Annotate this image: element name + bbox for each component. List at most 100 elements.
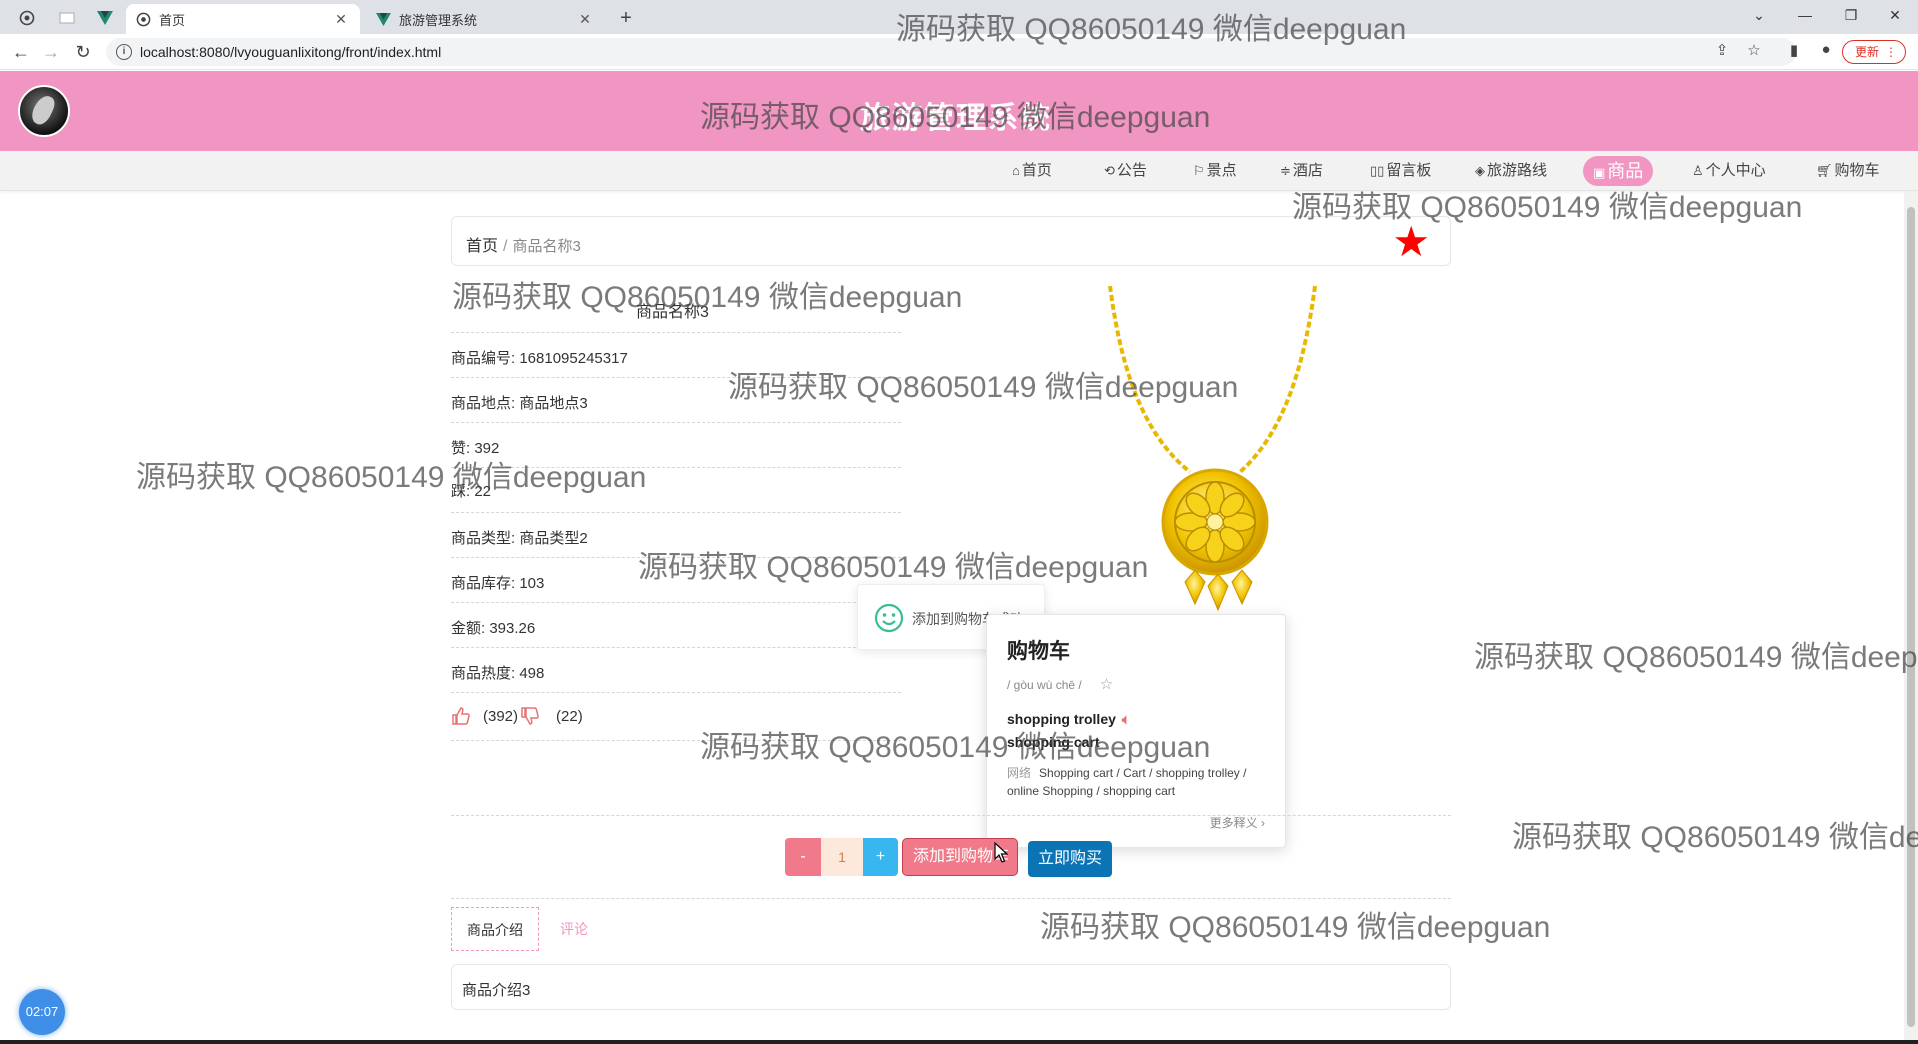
- site-title: 旅游管理系统: [860, 102, 1052, 135]
- minimize-button[interactable]: —: [1782, 0, 1828, 30]
- nav-item-message-board[interactable]: ▯▯ 留言板: [1362, 156, 1439, 186]
- breadcrumb-home[interactable]: 首页: [466, 238, 498, 255]
- bookmark-star-icon[interactable]: ☆: [1742, 41, 1766, 63]
- mouse-cursor-icon: [994, 842, 1008, 863]
- tab-home[interactable]: 首页 ✕: [126, 4, 360, 34]
- vue-icon: [97, 11, 113, 25]
- home-icon: ⌂: [1012, 163, 1020, 178]
- tab-comments[interactable]: 评论: [560, 907, 588, 951]
- chevron-down-icon[interactable]: ⌄: [1736, 0, 1782, 30]
- goods-icon: ▣: [1593, 165, 1606, 180]
- quantity-minus-button[interactable]: -: [785, 838, 821, 876]
- dict-web-text: Shopping cart / Cart / shopping trolley …: [1007, 766, 1247, 798]
- product-image: [1108, 285, 1317, 612]
- section-divider: [451, 898, 1451, 899]
- like-count: (392): [483, 707, 519, 725]
- product-field-price: 金额: 393.26: [451, 602, 901, 647]
- dict-pinyin-text: / gòu wù chē /: [1007, 678, 1082, 692]
- product-field-heat: 商品热度: 498: [451, 647, 901, 692]
- update-button[interactable]: 更新 ⋮: [1842, 40, 1906, 64]
- url-box[interactable]: i localhost:8080/lvyouguanlixitong/front…: [106, 38, 1796, 66]
- close-icon[interactable]: ✕: [576, 11, 594, 28]
- product-field-likes: 赞: 392: [451, 422, 901, 467]
- nav-item-home[interactable]: ⌂ 首页: [1004, 156, 1060, 186]
- nav-label: 公告: [1116, 162, 1147, 179]
- dict-web-defs: 网络 Shopping cart / Cart / shopping trolle…: [1007, 764, 1265, 800]
- more-icon: ⋮: [1885, 45, 1898, 59]
- watermark: 源码获取 QQ86050149 微信deepguan: [1474, 641, 1918, 674]
- info-icon[interactable]: i: [116, 44, 132, 60]
- speaker-icon[interactable]: 🔈︎: [1122, 711, 1130, 727]
- address-bar: ← → ↻ i localhost:8080/lvyouguanlixitong…: [0, 34, 1918, 70]
- nav-item-routes[interactable]: ◈ 旅游路线: [1467, 156, 1555, 186]
- tab-travel-system[interactable]: 旅游管理系统 ✕: [366, 4, 604, 34]
- nav-item-cart[interactable]: 🛒︎ 购物车: [1808, 156, 1888, 186]
- nav-item-attractions[interactable]: ⚐ 景点: [1185, 156, 1245, 186]
- dict-web-label: 网络: [1007, 766, 1032, 780]
- row-divider: [451, 692, 901, 693]
- nav-item-announcement[interactable]: ⟲ 公告: [1096, 156, 1155, 186]
- close-window-button[interactable]: ✕: [1872, 0, 1918, 30]
- page-scrollbar[interactable]: [1904, 191, 1918, 1044]
- globe-icon: [136, 12, 151, 26]
- site-header: 旅游管理系统: [0, 71, 1918, 151]
- smile-icon: [874, 603, 904, 633]
- favorite-star-icon[interactable]: ★: [1392, 221, 1430, 263]
- nav-label: 商品: [1607, 161, 1644, 181]
- nav-label: 首页: [1021, 162, 1052, 179]
- tab-product-intro[interactable]: 商品介绍: [451, 907, 539, 951]
- breadcrumb: 首页 / 商品名称3 ★: [451, 216, 1451, 266]
- globe-icon: [19, 10, 35, 26]
- watermark: 源码获取 QQ86050149 微信deepguan: [1040, 911, 1551, 944]
- product-description: 商品介绍3: [451, 964, 1451, 1010]
- nav-item-goods[interactable]: ▣ 商品: [1583, 156, 1654, 186]
- product-field-stock: 商品库存: 103: [451, 557, 901, 602]
- pinned-tab-2[interactable]: [52, 5, 82, 31]
- nav-item-user-center[interactable]: ♙ 个人中心: [1684, 156, 1774, 186]
- nav-item-hotel[interactable]: ≑ 酒店: [1272, 156, 1331, 186]
- update-label: 更新: [1855, 45, 1880, 59]
- main-nav: ⌂ 首页 ⟲ 公告 ⚐ 景点 ≑ 酒店 ▯▯ 留言板 ◈ 旅游路线 ▣ 商品 ♙ 个人中心 🛒︎…: [0, 151, 1918, 191]
- side-panel-icon[interactable]: ▮: [1782, 41, 1806, 63]
- pinned-tab-3[interactable]: [90, 5, 120, 31]
- clock-badge: 02:07: [19, 989, 65, 1035]
- product-field-dislikes: 踩: 22: [451, 467, 901, 512]
- share-icon[interactable]: ⇪: [1710, 41, 1734, 63]
- dislike-count: (22): [556, 707, 583, 725]
- dict-word: 购物车: [1007, 640, 1070, 663]
- tab-title: 首页: [159, 12, 186, 28]
- restore-button[interactable]: ❐: [1828, 0, 1874, 30]
- quantity-input[interactable]: 1: [821, 838, 863, 876]
- back-arrow-icon[interactable]: ←: [8, 40, 34, 64]
- message-icon: ▯▯: [1370, 163, 1385, 178]
- dictionary-popup: 购物车 / gòu wù chē / ☆ shopping trolley 🔈︎ s…: [986, 614, 1286, 848]
- row-divider: [451, 740, 901, 741]
- product-description-text: 商品介绍3: [462, 982, 531, 999]
- nav-label: 留言板: [1386, 162, 1432, 179]
- url-text[interactable]: localhost:8080/lvyouguanlixitong/front/i…: [140, 44, 441, 60]
- reload-icon[interactable]: ↻: [70, 40, 96, 64]
- pinned-tab-1[interactable]: [12, 5, 42, 31]
- thumbs-up-icon[interactable]: [451, 706, 471, 726]
- new-tab-button[interactable]: +: [612, 5, 640, 31]
- nav-label: 旅游路线: [1487, 162, 1548, 179]
- site-logo[interactable]: [18, 85, 70, 137]
- dict-def-2: shopping cart: [1007, 734, 1100, 750]
- scrollbar-thumb[interactable]: [1907, 207, 1915, 1027]
- product-field-id: 商品编号: 1681095245317: [451, 332, 901, 377]
- thumbs-down-icon[interactable]: [520, 706, 540, 726]
- dict-more-link[interactable]: 更多释义 ›: [1210, 814, 1265, 831]
- favorite-icon[interactable]: ☆: [1100, 676, 1113, 693]
- page-icon: [59, 12, 75, 24]
- buy-now-button[interactable]: 立即购买: [1028, 841, 1112, 877]
- hotel-icon: ≑: [1280, 163, 1291, 178]
- forward-arrow-icon[interactable]: →: [38, 40, 64, 64]
- breadcrumb-current: 商品名称3: [512, 238, 581, 255]
- profile-icon[interactable]: ●: [1814, 41, 1838, 63]
- nav-label: 景点: [1206, 162, 1237, 179]
- quantity-plus-button[interactable]: +: [863, 838, 898, 876]
- cart-icon: 🛒︎: [1816, 163, 1833, 178]
- vote-bar: (392) (22): [451, 706, 583, 726]
- product-field-type: 商品类型: 商品类型2: [451, 512, 901, 557]
- close-icon[interactable]: ✕: [332, 11, 350, 28]
